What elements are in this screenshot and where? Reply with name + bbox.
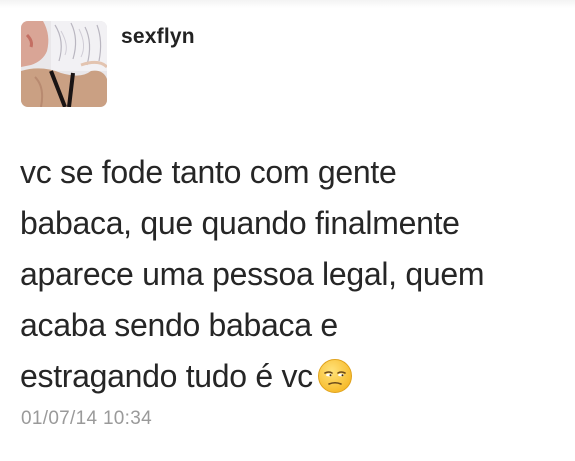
tweet-text-line: acaba sendo babaca e (20, 307, 338, 343)
tweet-text: vc se fode tanto com gente babaca, que q… (20, 147, 560, 402)
top-edge (0, 0, 575, 8)
tweet-text-line: estragando tudo é vc (20, 358, 313, 394)
tweet-text-line: babaca, que quando finalmente (20, 205, 460, 241)
avatar-photo (21, 21, 107, 107)
unamused-face-icon (317, 358, 353, 394)
avatar[interactable] (21, 21, 107, 107)
timestamp[interactable]: 01/07/14 10:34 (21, 408, 152, 430)
tweet-text-line: vc se fode tanto com gente (20, 154, 397, 190)
tweet-text-line: aparece uma pessoa legal, quem (20, 256, 485, 292)
tweet-text-last-line: estragando tudo é vc (20, 351, 560, 402)
username[interactable]: sexflyn (121, 25, 195, 49)
